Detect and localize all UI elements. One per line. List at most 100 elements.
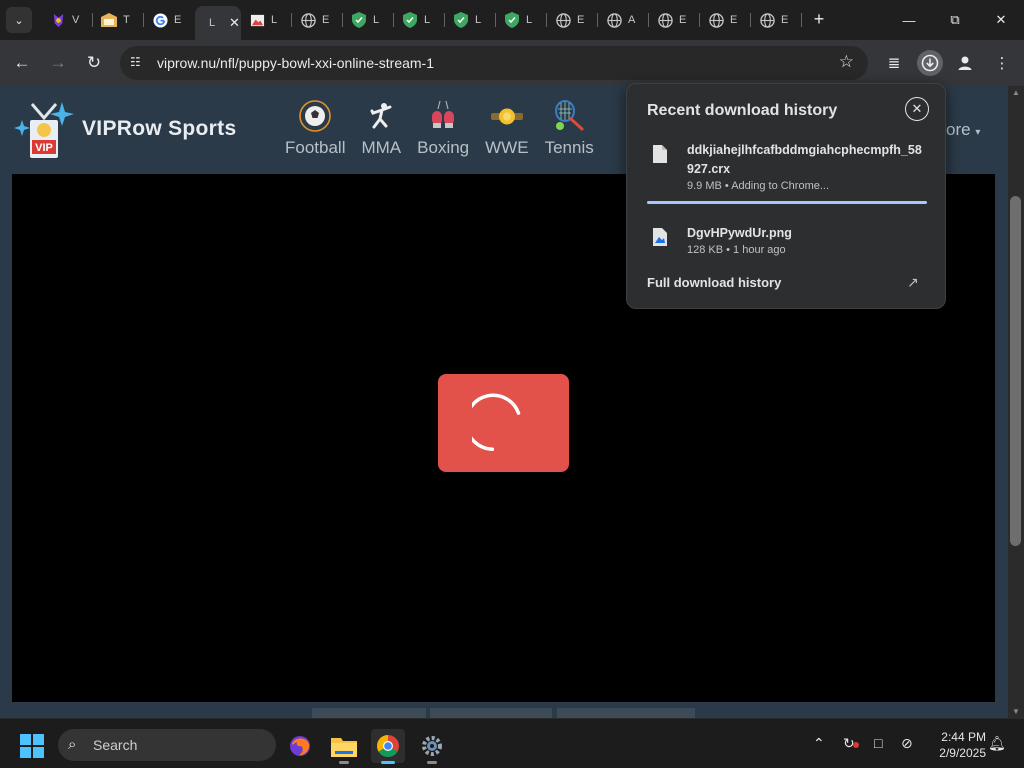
display-icon[interactable]: □ <box>874 735 882 751</box>
download-item[interactable]: DgvHPywdUr.png 128 KB • 1 hour ago <box>647 224 927 260</box>
tab[interactable]: L <box>343 6 394 34</box>
globe-icon <box>708 12 724 28</box>
minimize-icon: — <box>902 12 916 28</box>
nav-item-label: MMA <box>361 138 402 157</box>
open-external-icon[interactable]: ↗ <box>907 274 923 290</box>
firefox-icon <box>290 736 310 756</box>
full-download-history-link[interactable]: Full download history <box>647 275 781 290</box>
tab[interactable]: L <box>445 6 496 34</box>
url-text[interactable]: viprow.nu/nfl/puppy-bowl-xxi-online-stre… <box>157 55 434 71</box>
sync-alert-icon[interactable]: ↻ <box>843 735 859 752</box>
tab[interactable]: T <box>93 6 144 34</box>
nav-item-label: Boxing <box>417 138 470 157</box>
kebab-menu-icon[interactable]: ⋮ <box>989 50 1015 76</box>
tab[interactable]: E <box>292 6 343 34</box>
download-panel-title: Recent download history <box>647 102 838 119</box>
tab[interactable]: E <box>700 6 751 34</box>
loading-spinner <box>438 374 569 472</box>
tab-title: V <box>72 14 80 26</box>
globe-icon <box>759 12 775 28</box>
tab-title: E <box>577 14 585 26</box>
close-panel-button[interactable]: ✕ <box>905 97 929 121</box>
system-clock[interactable]: 2:44 PM 2/9/2025 <box>928 729 986 761</box>
download-history-panel: Recent download history ✕ ddkjiahejlhfca… <box>626 83 946 309</box>
new-tab-button[interactable]: + <box>808 8 830 30</box>
back-button[interactable]: ← <box>9 50 35 76</box>
network-volume-icon[interactable]: ⊘ <box>901 735 913 752</box>
taskbar-search[interactable]: ⌕ Search <box>58 729 276 761</box>
reload-icon: ↻ <box>86 53 102 72</box>
reload-button[interactable]: ↻ <box>81 50 107 76</box>
file-explorer-taskbar-app[interactable] <box>327 729 361 764</box>
championship-belt-icon <box>489 98 525 134</box>
file-icon <box>653 145 667 163</box>
shield-icon <box>504 12 520 28</box>
download-icon <box>921 54 939 72</box>
close-icon: ✕ <box>995 12 1007 27</box>
nav-item-football[interactable]: Football <box>285 98 345 158</box>
nav-item-wwe[interactable]: WWE <box>485 98 529 158</box>
gear-icon <box>422 736 442 756</box>
restore-button[interactable]: ⧉ <box>935 6 975 34</box>
tab[interactable]: E <box>144 6 195 34</box>
app-running-indicator <box>339 761 349 764</box>
profile-icon[interactable] <box>952 50 978 76</box>
tab[interactable]: E <box>751 6 802 34</box>
site-brand[interactable]: VIPRow Sports <box>82 117 236 141</box>
restore-icon: ⧉ <box>950 12 960 27</box>
notification-bell-icon[interactable]: 🔔︎ <box>988 735 1006 752</box>
gold-folder-icon <box>101 12 117 28</box>
bookmark-star-icon[interactable]: ☆ <box>839 52 854 72</box>
scroll-down-icon[interactable]: ▼ <box>1012 707 1020 716</box>
purple-app-icon <box>50 12 66 28</box>
fighter-icon <box>363 98 399 134</box>
scroll-up-icon[interactable]: ▲ <box>1012 88 1020 97</box>
firefox-taskbar-app[interactable] <box>283 729 317 763</box>
address-bar[interactable]: ☷ viprow.nu/nfl/puppy-bowl-xxi-online-st… <box>120 46 868 80</box>
more-label: ore <box>946 120 971 139</box>
arrow-left-icon: ← <box>13 53 31 72</box>
tab-active[interactable]: L ✕ <box>195 6 241 40</box>
tab-title: E <box>322 14 330 26</box>
tab[interactable]: E <box>547 6 598 34</box>
download-file-meta: 9.9 MB • Adding to Chrome... <box>687 180 830 192</box>
tab[interactable]: V <box>42 6 93 34</box>
more-menu[interactable]: ore ▾ <box>946 120 980 140</box>
close-window-button[interactable]: ✕ <box>981 6 1021 34</box>
nav-item-tennis[interactable]: Tennis <box>545 98 594 158</box>
app-active-indicator <box>381 761 395 764</box>
show-hidden-icons-chevron[interactable]: ⌃ <box>813 735 825 752</box>
downloads-button[interactable] <box>917 50 943 76</box>
minimize-button[interactable]: — <box>889 6 929 34</box>
forward-button[interactable]: → <box>45 50 71 76</box>
boxing-gloves-icon <box>425 98 461 134</box>
site-settings-icon[interactable]: ☷ <box>130 55 146 71</box>
download-file-name: ddkjiahejlhfcafbddmgiahcphecmpfh_58927.c… <box>687 143 922 176</box>
download-item[interactable]: ddkjiahejlhfcafbddmgiahcphecmpfh_58927.c… <box>647 141 927 201</box>
tab[interactable]: L <box>241 6 292 34</box>
spinner-icon <box>472 393 521 451</box>
folder-icon <box>331 738 357 757</box>
media-controls-icon[interactable]: ≣ <box>881 50 907 76</box>
globe-icon <box>657 12 673 28</box>
settings-taskbar-app[interactable] <box>415 729 449 764</box>
tab-title: T <box>123 14 130 26</box>
tab[interactable]: A <box>598 6 649 34</box>
shield-icon <box>402 12 418 28</box>
globe-icon <box>300 12 316 28</box>
tab[interactable]: L <box>496 6 547 34</box>
nav-item-mma[interactable]: MMA <box>361 98 401 158</box>
close-tab-icon[interactable]: ✕ <box>229 15 240 31</box>
windows-start-icon[interactable] <box>20 734 44 758</box>
caret-down-icon: ▾ <box>975 127 981 138</box>
page-scrollbar[interactable]: ▲ ▼ <box>1008 86 1024 718</box>
viprow-logo[interactable]: VIP <box>14 98 74 162</box>
tab-strip: ⌄ V T E L ✕ L E L L L L E A E E E + — ⧉ ✕ <box>0 0 1024 40</box>
chrome-taskbar-app[interactable] <box>371 729 405 764</box>
tab[interactable]: L <box>394 6 445 34</box>
tab-search-button[interactable]: ⌄ <box>6 7 32 33</box>
scroll-thumb[interactable] <box>1010 196 1021 546</box>
tab-title: A <box>628 14 636 26</box>
nav-item-boxing[interactable]: Boxing <box>417 98 469 158</box>
tab[interactable]: E <box>649 6 700 34</box>
